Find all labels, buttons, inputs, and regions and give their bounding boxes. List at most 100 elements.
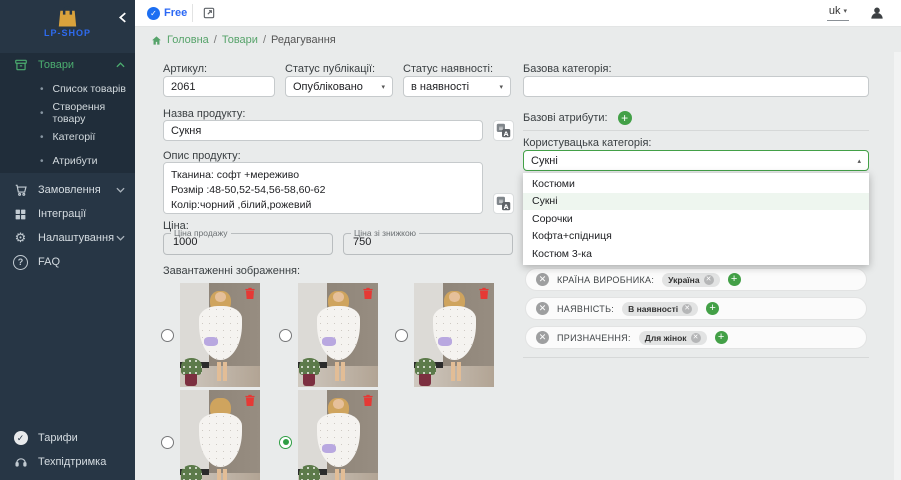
sidebar-item-label: Товари [38, 59, 74, 71]
trash-icon [479, 287, 489, 300]
dropdown-option[interactable]: Костюм 3-ка [523, 245, 869, 263]
availability-status-select[interactable]: в наявності ▾ [403, 76, 511, 97]
logo[interactable]: LP-SHOP [0, 5, 135, 53]
sidebar-item-label: Замовлення [38, 184, 101, 196]
attribute-row-availability: ✕ НАЯВНІСТЬ: В наявності ✕ + [525, 297, 867, 320]
language-select[interactable]: uk ▾ [827, 5, 849, 21]
discount-price-field[interactable]: Ціна зі знижкою 750 [343, 228, 513, 255]
sidebar-item-support[interactable]: Техпідтримка [0, 450, 135, 474]
product-photo[interactable] [298, 390, 378, 480]
dropdown-option[interactable]: Кофта+спідниця [523, 228, 869, 246]
shop-bag-icon [57, 5, 78, 28]
attribute-row-country: ✕ КРАЇНА ВИРОБНИКА: Україна ✕ + [525, 268, 867, 291]
product-photo[interactable] [298, 283, 378, 387]
image-cell [279, 390, 378, 480]
plan-badge[interactable]: ✓ Free [147, 0, 187, 26]
app-root: LP-SHOP Товари • Список товарів • [0, 0, 901, 480]
sidebar-item-attributes[interactable]: • Атрибути [0, 149, 135, 173]
remove-attribute-button[interactable]: ✕ [536, 331, 549, 344]
translate-name-button[interactable]: ≡A [493, 120, 514, 141]
sidebar-item-settings[interactable]: ⚙ Налаштування [0, 226, 135, 250]
dropdown-option[interactable]: Костюми [523, 175, 869, 193]
sidebar-item-label: Техпідтримка [38, 456, 106, 468]
product-photo[interactable] [180, 390, 260, 480]
dropdown-option[interactable]: Сорочки [523, 210, 869, 228]
delete-image-button[interactable] [479, 287, 489, 300]
sidebar-item-tariffs[interactable]: ✓ Тарифи [0, 426, 135, 450]
base-attributes-row: Базові атрибути: + [523, 111, 632, 125]
sidebar-item-categories[interactable]: • Категорії [0, 125, 135, 149]
attribute-name: ПРИЗНАЧЕННЯ: [557, 333, 631, 343]
sidebar-item-faq[interactable]: ? FAQ [0, 250, 135, 274]
sidebar-item-orders[interactable]: Замовлення [0, 178, 135, 202]
sidebar-group-products: Товари • Список товарів • Створення това… [0, 53, 135, 173]
attribute-value-chip: Для жінок ✕ [639, 331, 707, 345]
delete-image-button[interactable] [245, 287, 255, 300]
dropdown-option-selected[interactable]: Сукні [523, 193, 869, 211]
add-value-button[interactable]: + [728, 273, 741, 286]
scrollbar[interactable] [894, 52, 901, 480]
image-radio[interactable] [161, 329, 174, 342]
breadcrumb-current: Редагування [271, 34, 336, 46]
add-value-button[interactable]: + [706, 302, 719, 315]
product-photo[interactable] [414, 283, 494, 387]
sidebar-item-label: Тарифи [38, 432, 78, 444]
main-content: Головна / Товари / Редагування Артикул: … [135, 27, 901, 480]
remove-value-button[interactable]: ✕ [704, 275, 714, 285]
sidebar-item-products[interactable]: Товари [0, 53, 135, 77]
image-radio[interactable] [279, 436, 292, 449]
description-textarea[interactable]: Тканина: софт +мереживо Розмір :48-50,52… [163, 162, 483, 214]
breadcrumb-link-home[interactable]: Головна [167, 34, 209, 46]
availability-status-value: в наявності [411, 81, 469, 93]
delete-image-button[interactable] [363, 394, 373, 407]
attribute-row-purpose: ✕ ПРИЗНАЧЕННЯ: Для жінок ✕ + [525, 326, 867, 349]
delete-image-button[interactable] [363, 287, 373, 300]
product-name-input[interactable] [163, 120, 483, 141]
discount-price-value: 750 [344, 236, 512, 250]
delete-image-button[interactable] [245, 394, 255, 407]
sidebar-item-product-create[interactable]: • Створення товару [0, 101, 135, 125]
sidebar-collapse-button[interactable] [118, 12, 127, 23]
remove-attribute-button[interactable]: ✕ [536, 302, 549, 315]
sidebar-item-product-list[interactable]: • Список товарів [0, 77, 135, 101]
badge-check-icon: ✓ [13, 431, 28, 446]
open-in-new-icon [202, 6, 216, 20]
svg-text:A: A [504, 203, 509, 211]
translate-description-button[interactable]: ≡A [493, 193, 514, 214]
add-base-attribute-button[interactable]: + [618, 111, 632, 125]
help-icon: ? [13, 255, 28, 270]
gear-icon: ⚙ [13, 231, 28, 246]
open-in-new-button[interactable] [202, 6, 216, 20]
sidebar-subitem-label: Створення товару [53, 101, 135, 125]
chevron-down-icon [116, 235, 125, 241]
add-value-button[interactable]: + [715, 331, 728, 344]
remove-attribute-button[interactable]: ✕ [536, 273, 549, 286]
image-radio[interactable] [161, 436, 174, 449]
breadcrumb-link-products[interactable]: Товари [222, 34, 258, 46]
image-radio[interactable] [395, 329, 408, 342]
svg-text:≡: ≡ [498, 198, 503, 205]
sale-price-field[interactable]: Ціна продажу 1000 [163, 228, 333, 255]
user-avatar-button[interactable] [869, 5, 885, 21]
bullet-icon: • [40, 156, 44, 167]
base-category-input[interactable] [523, 76, 869, 97]
attribute-value: В наявності [628, 304, 678, 314]
sku-label: Артикул: [163, 63, 207, 75]
trash-icon [245, 394, 255, 407]
attribute-value-chip: В наявності ✕ [622, 302, 698, 316]
custom-category-select[interactable]: Сукні ▴ [523, 150, 869, 171]
remove-value-button[interactable]: ✕ [691, 333, 701, 343]
sku-input[interactable] [163, 76, 275, 97]
topbar: ✓ Free uk ▾ [135, 0, 901, 27]
product-photo[interactable] [180, 283, 260, 387]
publication-status-select[interactable]: Опубліковано ▾ [285, 76, 393, 97]
image-radio[interactable] [279, 329, 292, 342]
svg-text:≡: ≡ [498, 125, 503, 132]
sidebar-item-integrations[interactable]: Інтеграції [0, 202, 135, 226]
attribute-value: Україна [668, 275, 699, 285]
divider [523, 357, 869, 358]
breadcrumb: Головна / Товари / Редагування [151, 34, 336, 46]
publication-status-value: Опубліковано [293, 81, 363, 93]
remove-value-button[interactable]: ✕ [682, 304, 692, 314]
sidebar-subitem-label: Список товарів [53, 83, 126, 95]
